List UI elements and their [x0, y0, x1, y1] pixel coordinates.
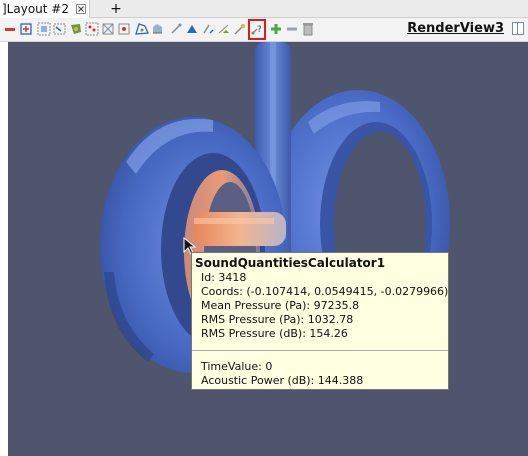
select-points-on-icon[interactable]	[84, 21, 100, 37]
split-view-icon[interactable]	[512, 22, 524, 35]
render-view-name[interactable]: RenderView3	[407, 21, 504, 37]
tab-layout-2[interactable]: ]Layout #2	[0, 0, 90, 18]
select-cells-through-icon[interactable]	[100, 21, 116, 37]
shrink-selection-icon[interactable]	[200, 21, 216, 37]
tooltip-mean-pressure: Mean Pressure (Pa): 97235.8	[201, 299, 360, 312]
horizontal-pipe	[194, 212, 286, 246]
reset-camera-icon[interactable]	[18, 21, 34, 37]
zoom-box-icon[interactable]	[52, 21, 68, 37]
active-tool-highlight	[248, 19, 266, 40]
subtract-selection-icon[interactable]	[284, 21, 300, 37]
add-tab-button[interactable]: +	[104, 0, 128, 18]
hover-cells-icon[interactable]	[216, 21, 232, 37]
add-selection-icon[interactable]	[268, 21, 284, 37]
tooltip-rms-pressure-db: RMS Pressure (dB): 154.26	[201, 327, 348, 340]
select-blocks-icon[interactable]	[150, 21, 166, 37]
clear-selection-icon[interactable]	[300, 21, 316, 37]
tab-bar: ]Layout #2 +	[0, 0, 528, 18]
view-toolbar: ? RenderView3	[0, 18, 528, 42]
rendered-scene	[100, 42, 450, 373]
hover-tooltip: SoundQuantitiesCalculator1 Id: 3418 Coor…	[191, 252, 449, 390]
tooltip-id: Id: 3418	[201, 271, 247, 284]
grow-selection-icon[interactable]	[184, 21, 200, 37]
select-cells-on-icon[interactable]	[68, 21, 84, 37]
tooltip-coords: Coords: (-0.107414, 0.0549415, -0.027996…	[201, 285, 449, 298]
tooltip-title: SoundQuantitiesCalculator1	[195, 256, 386, 270]
hover-points-icon[interactable]	[232, 21, 248, 37]
tooltip-rms-pressure-pa: RMS Pressure (Pa): 1032.78	[201, 313, 354, 326]
tooltip-time-value: TimeValue: 0	[201, 360, 273, 373]
tooltip-divider	[192, 350, 448, 351]
select-polygon-icon[interactable]	[134, 21, 150, 37]
tab-label: ]Layout #2	[2, 2, 69, 16]
select-points-through-icon[interactable]	[116, 21, 132, 37]
zoom-to-data-icon[interactable]	[36, 21, 52, 37]
tooltip-acoustic-power: Acoustic Power (dB): 144.388	[201, 374, 364, 387]
interactive-select-icon[interactable]	[168, 21, 184, 37]
render-viewport[interactable]: SoundQuantitiesCalculator1 Id: 3418 Coor…	[8, 42, 528, 456]
minus-icon[interactable]	[2, 21, 18, 37]
close-tab-icon[interactable]	[75, 1, 86, 14]
